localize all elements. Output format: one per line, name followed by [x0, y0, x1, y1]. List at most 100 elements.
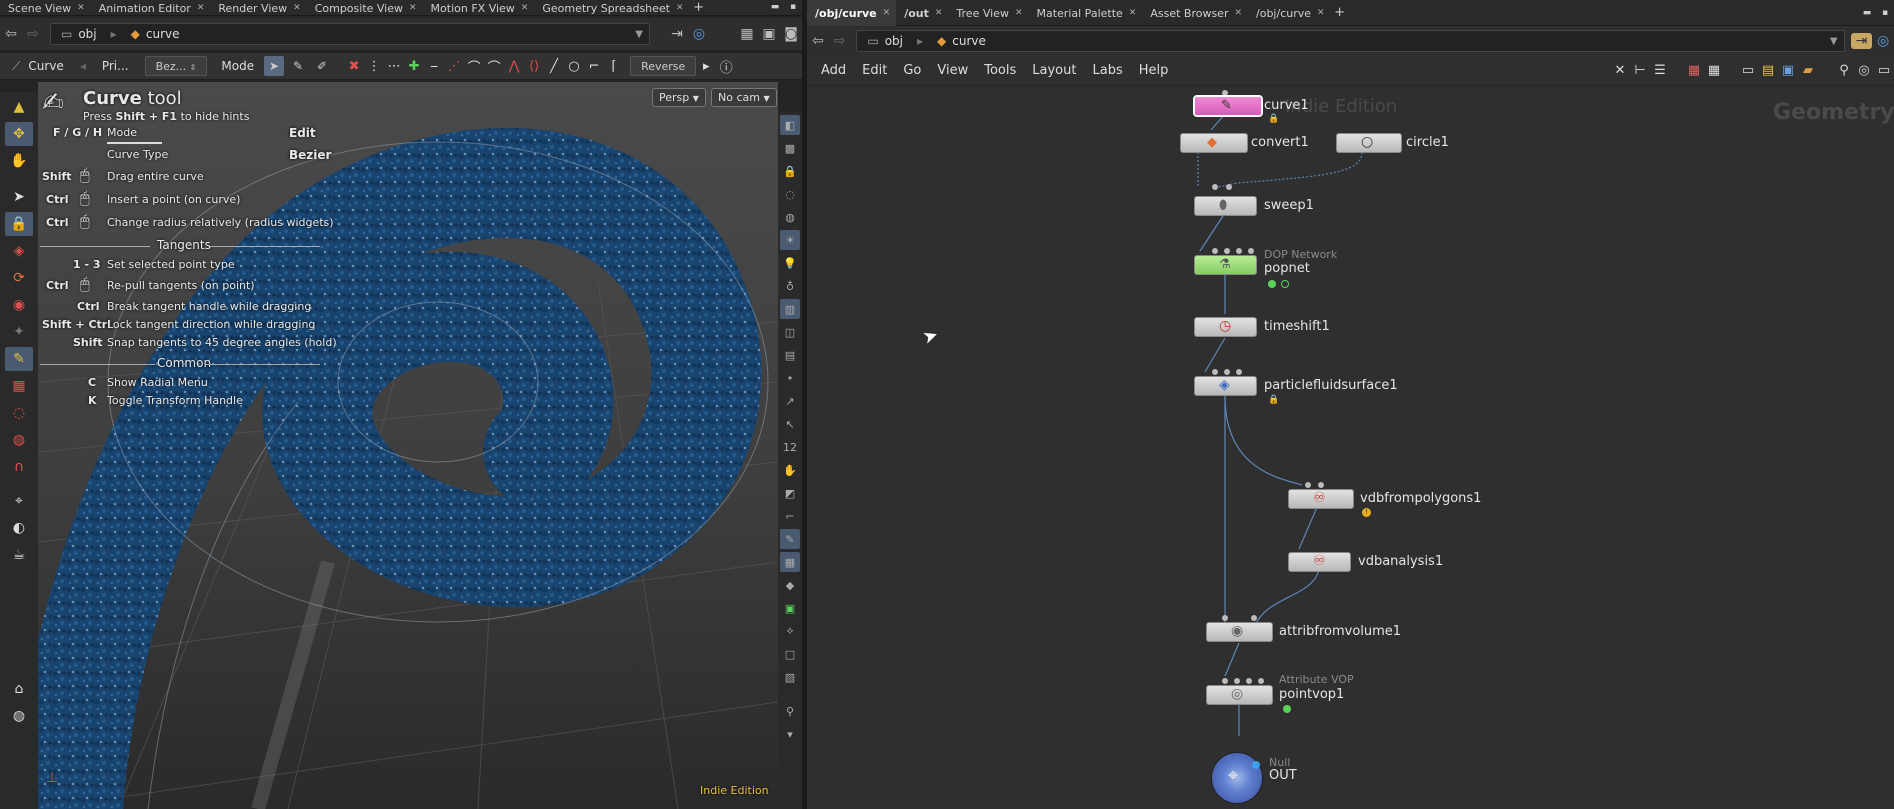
- transform-icon[interactable]: ⌖: [5, 489, 33, 513]
- close-icon[interactable]: ✕: [883, 6, 891, 21]
- checker-icon[interactable]: ▦: [780, 552, 800, 572]
- wrench-icon[interactable]: ✕: [1610, 63, 1630, 78]
- arc-icon[interactable]: ⌒: [484, 57, 504, 76]
- back-arrow-icon[interactable]: ⇦: [807, 33, 829, 49]
- collision-icon[interactable]: ◩: [780, 483, 800, 503]
- tab-tree-view[interactable]: Tree View ✕: [948, 0, 1028, 26]
- 3d-viewport[interactable]: ✍ Curve tool Press Shift + F1 to hide hi…: [38, 82, 778, 809]
- node-input-dot[interactable]: [1318, 482, 1324, 488]
- node-curve1[interactable]: ✎: [1194, 96, 1262, 116]
- image-icon[interactable]: ▣: [780, 598, 800, 618]
- tab-scene-view[interactable]: Scene View ✕: [0, 0, 91, 16]
- break-icon[interactable]: ⋰: [444, 59, 464, 74]
- node-input-dot[interactable]: [1222, 678, 1228, 684]
- node-input-dot[interactable]: [1226, 184, 1232, 190]
- dropdown-icon[interactable]: ▼: [635, 29, 643, 40]
- pane-menu-icon[interactable]: ▬: [766, 0, 784, 15]
- shading-icon[interactable]: ◧: [780, 115, 800, 135]
- path-segment-obj[interactable]: ▭ obj ▸: [57, 27, 127, 41]
- visibility-icon[interactable]: ◐: [5, 516, 33, 540]
- path-segment-obj[interactable]: ▭ obj ▸: [863, 34, 933, 48]
- snap-point-icon[interactable]: ◌: [5, 401, 33, 425]
- grid-icon[interactable]: ▦: [1704, 63, 1724, 78]
- menu-labs[interactable]: Labs: [1084, 63, 1130, 78]
- tab-render-view[interactable]: Render View ✕: [210, 0, 306, 16]
- node-convert1[interactable]: ◆: [1180, 133, 1248, 153]
- point-display-icon[interactable]: •: [780, 368, 800, 388]
- close-icon[interactable]: ✕: [1015, 6, 1023, 21]
- add-tab-icon[interactable]: +: [1331, 0, 1349, 25]
- point-number-icon[interactable]: 12: [780, 437, 800, 457]
- path-segment-curve[interactable]: ◆ curve: [127, 27, 190, 41]
- add-tab-icon[interactable]: +: [690, 0, 708, 15]
- expand-arrow-icon[interactable]: ▸: [696, 59, 716, 74]
- square-icon[interactable]: □: [780, 644, 800, 664]
- distribute-icon[interactable]: ⋮: [364, 59, 384, 74]
- close-icon[interactable]: ✕: [197, 1, 205, 16]
- node-input-dot[interactable]: [1305, 482, 1311, 488]
- lighting-icon[interactable]: ◍: [780, 207, 800, 227]
- network-canvas[interactable]: Indie Edition Geometry ✎ curve1 🔒 ◆ conv…: [807, 88, 1894, 809]
- pen-icon[interactable]: ✎: [780, 529, 800, 549]
- hand-icon[interactable]: ✋: [780, 460, 800, 480]
- scale-tool-icon[interactable]: ◈: [5, 239, 33, 263]
- tab-animation-editor[interactable]: Animation Editor ✕: [91, 0, 211, 16]
- wireframe-icon[interactable]: ▩: [780, 138, 800, 158]
- tab-material-palette[interactable]: Material Palette ✕: [1029, 0, 1143, 26]
- node-input-dot[interactable]: [1234, 678, 1240, 684]
- link-icon[interactable]: ◎: [688, 26, 710, 42]
- target-icon[interactable]: ◎: [1854, 63, 1874, 78]
- pane-maximize-icon[interactable]: ▪: [1876, 0, 1894, 25]
- snap-curve-icon[interactable]: ◍: [5, 428, 33, 452]
- close-icon[interactable]: ✕: [1129, 6, 1137, 21]
- reverse-button[interactable]: Reverse: [630, 56, 697, 76]
- curve-type-select[interactable]: Bez... ⇳: [144, 56, 208, 76]
- light-bulb-icon[interactable]: ♁: [780, 276, 800, 296]
- camera-button[interactable]: No cam ▼: [711, 88, 777, 107]
- node-particlefluidsurface1[interactable]: ◈: [1194, 376, 1257, 396]
- shelf-icon[interactable]: ▦: [736, 26, 758, 42]
- tab-obj-curve-2[interactable]: /obj/curve ✕: [1248, 0, 1331, 26]
- display-options-icon[interactable]: ▭: [1874, 63, 1894, 78]
- pane-menu-icon[interactable]: ▬: [1858, 0, 1876, 25]
- close-icon[interactable]: ✕: [521, 1, 529, 16]
- handle-tool-icon[interactable]: ◉: [5, 293, 33, 317]
- split-icon[interactable]: ⟨⟩: [524, 59, 544, 74]
- menu-tools[interactable]: Tools: [976, 63, 1024, 78]
- render-icon[interactable]: ☕: [5, 543, 33, 567]
- texture-icon[interactable]: ▥: [780, 299, 800, 319]
- node-pointvop1[interactable]: ◎: [1206, 685, 1273, 705]
- node-input-dot[interactable]: [1246, 678, 1252, 684]
- dropdown-icon[interactable]: ▼: [1830, 36, 1838, 47]
- line-icon[interactable]: ╱: [544, 59, 564, 74]
- expand-down-icon[interactable]: ▾: [780, 724, 800, 744]
- color-palette-icon[interactable]: ▦: [1684, 63, 1704, 78]
- pin-display-icon[interactable]: ⚲: [780, 701, 800, 721]
- frame-icon[interactable]: ▧: [780, 667, 800, 687]
- insert-point-icon[interactable]: ✚: [404, 59, 424, 74]
- handles-icon[interactable]: ⟡: [780, 621, 800, 641]
- close-icon[interactable]: ✕: [77, 1, 85, 16]
- arrow-tool-icon[interactable]: ➤: [5, 185, 33, 209]
- move-tool-icon[interactable]: ✥: [5, 122, 33, 146]
- node-input-dot[interactable]: [1236, 248, 1242, 254]
- node-input-dot[interactable]: [1212, 184, 1218, 190]
- pane-maximize-icon[interactable]: ▪: [784, 0, 802, 15]
- tab-asset-browser[interactable]: Asset Browser ✕: [1142, 0, 1248, 26]
- back-arrow-icon[interactable]: ⇦: [0, 26, 22, 42]
- corner-icon[interactable]: ⌈: [604, 59, 624, 74]
- tree-icon[interactable]: ⊢: [1630, 63, 1650, 78]
- persp-button[interactable]: Persp ▼: [652, 88, 706, 107]
- node-input-dot[interactable]: [1258, 678, 1264, 684]
- node-attribfromvolume1[interactable]: ◉: [1206, 622, 1273, 642]
- tangent-icon[interactable]: ⌒: [464, 57, 484, 76]
- magnet-icon[interactable]: ∩: [5, 455, 33, 479]
- vector-display-icon[interactable]: ↖: [780, 414, 800, 434]
- tab-motion-fx-view[interactable]: Motion FX View ✕: [423, 0, 535, 16]
- select-tool-icon[interactable]: ▲: [5, 95, 33, 119]
- node-circle1[interactable]: ○: [1336, 133, 1402, 153]
- menu-help[interactable]: Help: [1131, 63, 1177, 78]
- diamond-icon[interactable]: ◆: [780, 575, 800, 595]
- close-icon[interactable]: ✕: [293, 1, 301, 16]
- geometry-display-icon[interactable]: ▤: [780, 345, 800, 365]
